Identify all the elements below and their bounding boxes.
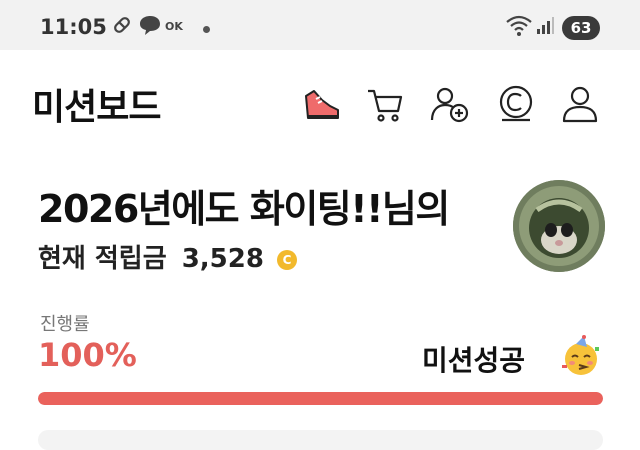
- progress-bar-fill: [38, 392, 603, 405]
- points-label: 현재 적립금: [38, 244, 167, 274]
- avatar-image: [513, 180, 605, 272]
- add-friend-icon[interactable]: [428, 82, 472, 126]
- points-value: 3,528: [181, 244, 264, 274]
- battery-indicator: 63: [562, 16, 600, 40]
- shoe-icon[interactable]: [300, 82, 344, 126]
- party-face-icon: [562, 335, 599, 375]
- ok-label: OK: [165, 20, 183, 33]
- wifi-icon: [506, 15, 532, 36]
- progress-label: 진행률: [40, 314, 90, 335]
- signal-icon: [537, 17, 554, 34]
- cart-icon[interactable]: [363, 82, 407, 126]
- talk-icon: [140, 16, 160, 35]
- status-time: 11:05: [40, 15, 107, 39]
- points-row: 현재 적립금 3,528 C: [38, 238, 298, 275]
- progress-bar: [38, 392, 603, 405]
- user-headline: 2026년에도 화이팅!!님의: [38, 187, 450, 231]
- avatar[interactable]: [513, 180, 605, 272]
- profile-icon[interactable]: [558, 82, 602, 126]
- coin-icon[interactable]: [494, 82, 538, 126]
- status-bar: 11:05 OK 63: [0, 0, 640, 50]
- notification-dot: [203, 26, 210, 33]
- next-card: [38, 430, 603, 450]
- page-title: 미션보드: [32, 87, 161, 128]
- coin-badge-icon: C: [277, 249, 298, 270]
- progress-value: 100%: [38, 336, 137, 374]
- pill-icon: [114, 17, 130, 33]
- mission-status: 미션성공: [422, 344, 526, 377]
